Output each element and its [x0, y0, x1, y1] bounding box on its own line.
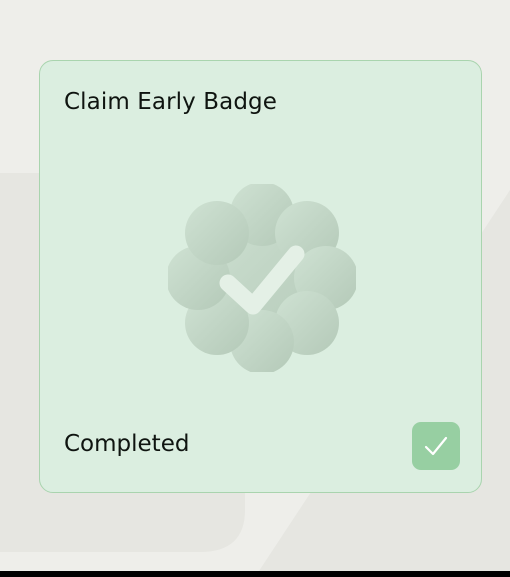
completed-checkbox[interactable] — [412, 422, 460, 470]
status-label: Completed — [64, 431, 190, 457]
checkmark-icon — [424, 436, 448, 456]
bottom-bar — [0, 571, 510, 577]
verified-badge-icon — [168, 184, 356, 372]
claim-badge-card[interactable]: Claim Early Badge Completed — [39, 60, 482, 493]
card-title: Claim Early Badge — [64, 89, 277, 115]
